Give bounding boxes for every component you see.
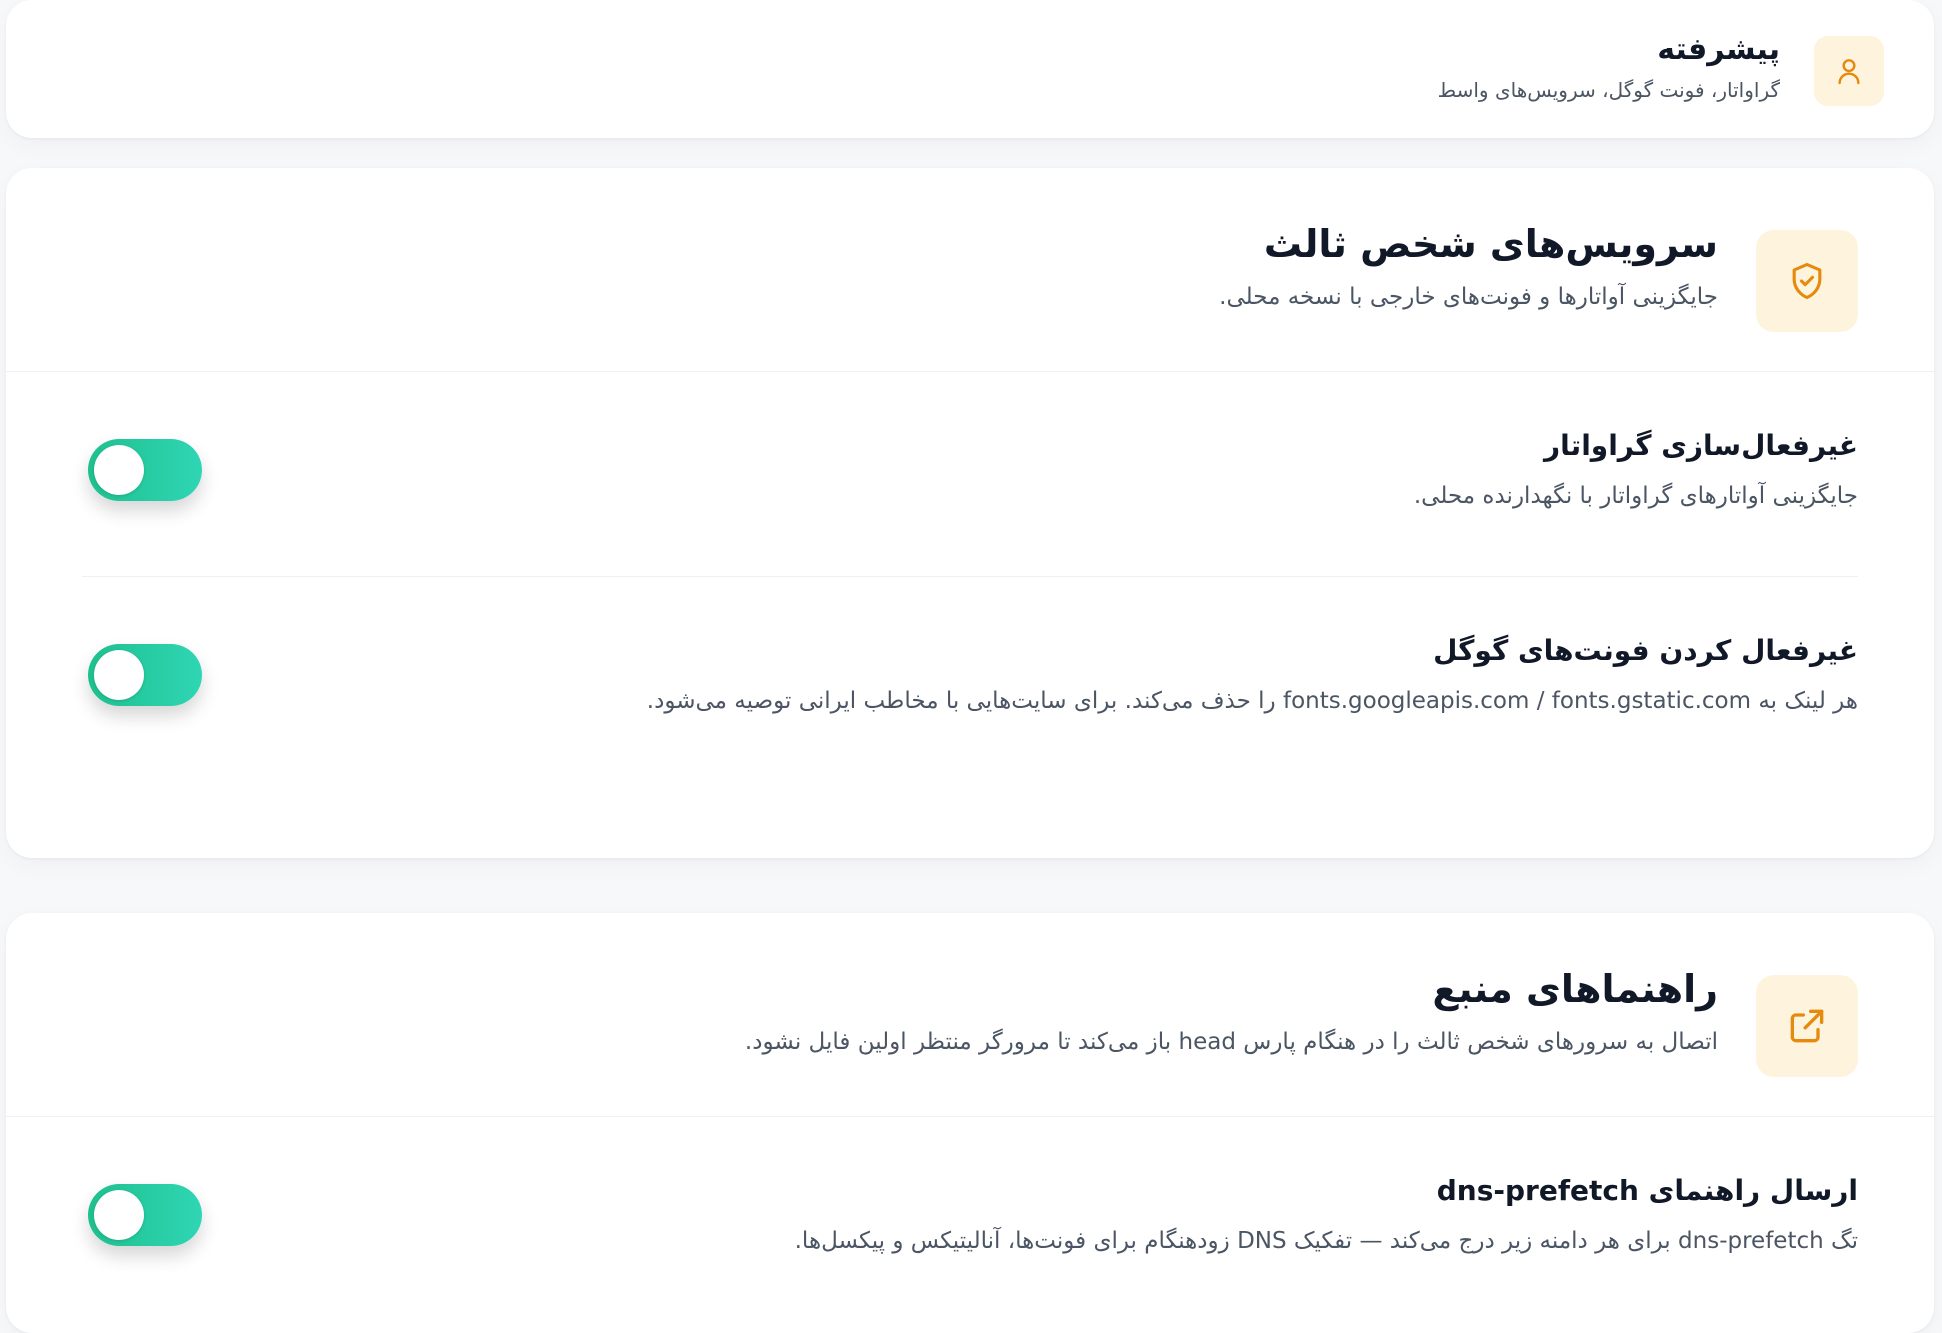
page-title: پیشرفته [1657, 32, 1780, 67]
external-link-icon [1756, 975, 1858, 1077]
setting-description: جایگزینی آواتارهای گراواتار با نگهدارنده… [1413, 483, 1858, 509]
section-subtitle: اتصال به سرورهای شخص ثالث را در هنگام پا… [744, 1029, 1718, 1055]
disable-gravatar-toggle[interactable] [88, 439, 202, 501]
setting-row-disable-google-fonts: غیرفعال کردن فونت‌های گوگل هر لینک به fo… [82, 576, 1858, 781]
section-title: سرویس‌های شخص ثالث [1263, 222, 1718, 266]
toggle-knob [94, 650, 144, 700]
section-header: راهنماهای منبع اتصال به سرورهای شخص ثالث… [6, 913, 1934, 1117]
toggle-knob [94, 1190, 144, 1240]
setting-title: غیرفعال کردن فونت‌های گوگل [1433, 634, 1858, 667]
shield-check-icon [1756, 230, 1858, 332]
setting-title: غیرفعال‌سازی گراواتار [1544, 429, 1858, 462]
section-header: سرویس‌های شخص ثالث جایگزینی آواتارها و ف… [6, 168, 1934, 372]
toggle-knob [94, 445, 144, 495]
page-subtitle: گراواتار، فونت گوگل، سرویس‌های واسط [1437, 78, 1780, 102]
setting-description: تگ dns-prefetch برای هر دامنه زیر درج می… [794, 1228, 1858, 1254]
disable-google-fonts-toggle[interactable] [88, 644, 202, 706]
user-icon [1814, 36, 1884, 106]
setting-row-disable-gravatar: غیرفعال‌سازی گراواتار جایگزینی آواتارهای… [82, 371, 1858, 577]
setting-row-dns-prefetch: ارسال راهنمای dns-prefetch تگ dns-prefet… [82, 1116, 1858, 1321]
setting-title: ارسال راهنمای dns-prefetch [1436, 1174, 1858, 1207]
resource-hints-card: راهنماهای منبع اتصال به سرورهای شخص ثالث… [6, 913, 1934, 1333]
section-subtitle: جایگزینی آواتارها و فونت‌های خارجی با نس… [1219, 284, 1718, 310]
section-title: راهنماهای منبع [1432, 967, 1718, 1011]
setting-description: هر لینک به fonts.googleapis.com / fonts.… [646, 688, 1858, 714]
dns-prefetch-toggle[interactable] [88, 1184, 202, 1246]
advanced-header-card: پیشرفته گراواتار، فونت گوگل، سرویس‌های و… [6, 0, 1934, 138]
third-party-services-card: سرویس‌های شخص ثالث جایگزینی آواتارها و ف… [6, 168, 1934, 858]
